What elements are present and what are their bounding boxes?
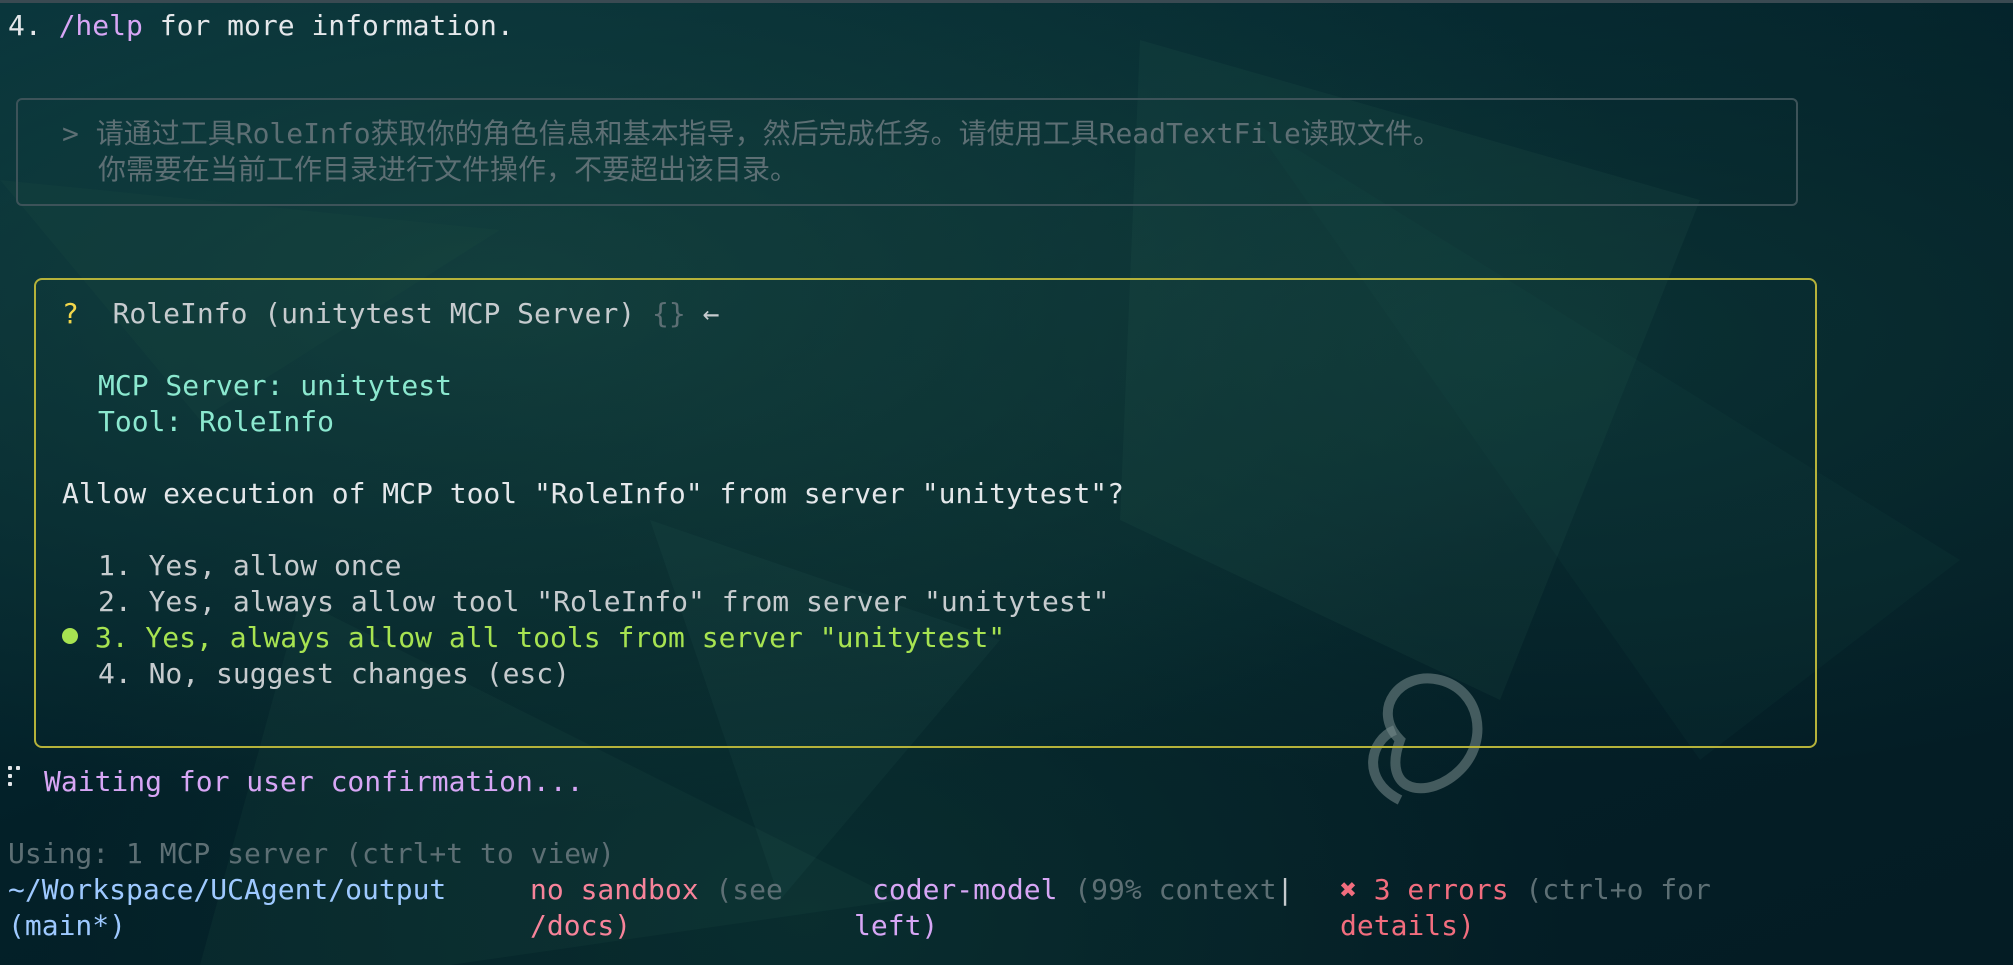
context-usage: (99% context [1057,873,1277,906]
tool-label: Tool: RoleInfo [98,405,335,438]
model-name: coder-model [872,873,1058,906]
option-suggest-changes[interactable]: 4. No, suggest changes (esc) [98,656,570,692]
sandbox-hint-docs: /docs) [530,909,632,942]
question-icon: ? [62,297,79,330]
sandbox-status: no sandbox (see [530,872,783,908]
tool-title: RoleInfo (unitytest MCP Server) [112,297,636,330]
cwd-path: ~/Workspace/UCAgent/output [8,873,447,906]
help-rest-text: for more information. [142,9,514,42]
spinner-icon [8,766,24,792]
errors-hint-details: details) [1340,909,1475,942]
mcp-usage-status: Using: 1 MCP server (ctrl+t to view) [8,837,615,870]
errors-status[interactable]: ✖ 3 errors (ctrl+o for [1340,872,1711,908]
tool-title-line: ? RoleInfo (unitytest MCP Server) {} ← [62,296,719,332]
option-always-allow-all-label: 3. Yes, always allow all tools from serv… [94,621,1006,654]
help-number: 4. [8,9,59,42]
mcp-server-label: MCP Server: unitytest [98,369,453,402]
option-allow-once[interactable]: 1. Yes, allow once [98,548,401,584]
selected-dot-icon [62,628,78,644]
prompt-text-2: 你需要在当前工作目录进行文件操作，不要超出该目录。 [98,153,799,186]
arrow-left-icon: ← [702,297,720,330]
git-branch: (main*) [8,909,127,942]
prompt-line-1: > 请通过工具RoleInfo获取你的角色信息和基本指导，然后完成任务。请使用工… [62,116,1441,152]
sandbox-label: no sandbox [530,873,699,906]
sandbox-hint: (see [698,873,783,906]
errors-hint: (ctrl+o for [1508,873,1711,906]
confirmation-question: Allow execution of MCP tool "RoleInfo" f… [62,477,1125,510]
help-hint-line: 4. /help for more information. [8,8,514,44]
waiting-status: Waiting for user confirmation... [44,765,584,798]
status-separator: | [1276,873,1294,906]
model-status: coder-model (99% context| [872,872,1293,908]
tool-args: {} [652,297,686,330]
window-top-border [0,0,2013,3]
prompt-line-2: 你需要在当前工作目录进行文件操作，不要超出该目录。 [98,152,798,188]
error-x-icon: ✖ [1340,873,1357,906]
option-always-allow-all-selected[interactable]: 3. Yes, always allow all tools from serv… [62,620,1005,656]
prompt-marker: > [62,117,79,150]
context-left: left) [854,909,939,942]
option-always-allow-tool[interactable]: 2. Yes, always allow tool "RoleInfo" fro… [98,584,1109,620]
errors-count: 3 errors [1356,873,1509,906]
prompt-text-1: 请通过工具RoleInfo获取你的角色信息和基本指导，然后完成任务。请使用工具R… [95,117,1441,150]
help-command: /help [58,9,143,42]
